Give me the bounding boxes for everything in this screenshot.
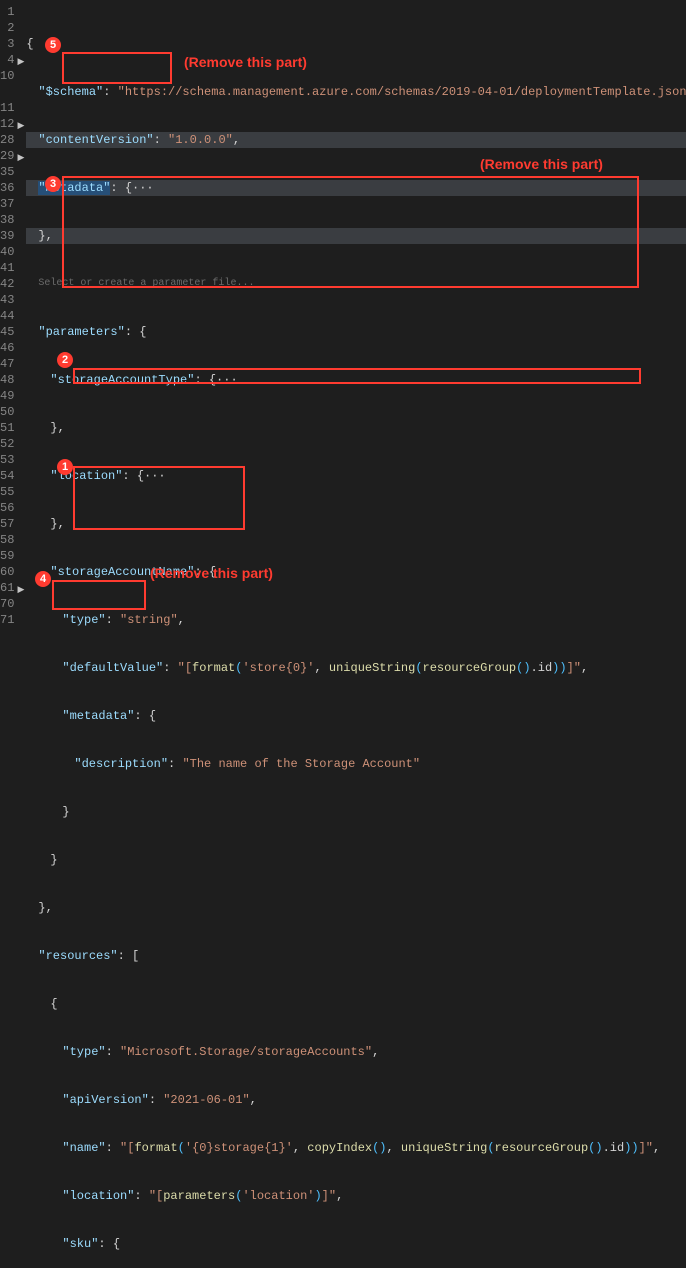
line-number: 1 [0,4,14,20]
code-line[interactable]: "storageAccountName": { [26,564,686,580]
line-number: 44 [0,308,14,324]
code-line[interactable]: "sku": { [26,1236,686,1252]
code-line[interactable]: "location": {··· [26,468,686,484]
code-line[interactable]: } [26,804,686,820]
line-number: 2 [0,20,14,36]
code-line[interactable]: }, [26,228,686,244]
code-line[interactable]: "contentVersion": "1.0.0.0", [26,132,686,148]
line-number: 55 [0,484,14,500]
fold-chevron-icon[interactable]: ▶ [17,150,24,166]
code-line[interactable]: "metadata": {··· [26,180,686,196]
line-number: 48 [0,372,14,388]
line-number: 58 [0,532,14,548]
line-number: 36 [0,180,14,196]
line-number: 28 [0,132,14,148]
line-number: 43 [0,292,14,308]
line-number [0,84,14,100]
line-number: 56 [0,500,14,516]
fold-chevron-icon[interactable]: ▶ [17,118,24,134]
code-editor[interactable]: 1 2 3 4▶ 10 11 12▶ 28 29▶ 35 36 37 38 39… [0,0,686,634]
code-area[interactable]: { "$schema": "https://schema.management.… [26,0,686,634]
line-number: 3 [0,36,14,52]
line-number: 38 [0,212,14,228]
code-line[interactable]: "type": "Microsoft.Storage/storageAccoun… [26,1044,686,1060]
line-number: 11 [0,100,14,116]
fold-chevron-icon[interactable]: ▶ [17,54,24,70]
line-number: 35 [0,164,14,180]
code-line[interactable]: "description": "The name of the Storage … [26,756,686,772]
line-number: 42 [0,276,14,292]
code-line[interactable]: "$schema": "https://schema.management.az… [26,84,686,100]
line-number: 4▶ [0,52,14,68]
line-number: 12▶ [0,116,14,132]
code-line[interactable]: }, [26,900,686,916]
line-number: 52 [0,436,14,452]
line-number: 46 [0,340,14,356]
fold-chevron-icon[interactable]: ▶ [17,582,24,598]
line-number: 49 [0,388,14,404]
code-line[interactable]: "metadata": { [26,708,686,724]
line-number: 54 [0,468,14,484]
param-file-hint[interactable]: Select or create a parameter file... [26,276,686,292]
code-line[interactable]: { [26,36,686,52]
line-number: 60 [0,564,14,580]
line-number: 53 [0,452,14,468]
code-line[interactable]: { [26,996,686,1012]
code-line[interactable]: "resources": [ [26,948,686,964]
line-number: 50 [0,404,14,420]
code-line[interactable]: "storageAccountType": {··· [26,372,686,388]
line-number: 51 [0,420,14,436]
line-number: 45 [0,324,14,340]
line-number-gutter: 1 2 3 4▶ 10 11 12▶ 28 29▶ 35 36 37 38 39… [0,0,26,634]
line-number: 71 [0,612,14,628]
code-line[interactable]: "name": "[format('{0}storage{1}', copyIn… [26,1140,686,1156]
line-number: 57 [0,516,14,532]
code-line[interactable]: }, [26,420,686,436]
line-number: 41 [0,260,14,276]
line-number: 70 [0,596,14,612]
code-line[interactable]: "location": "[parameters('location')]", [26,1188,686,1204]
line-number: 10 [0,68,14,84]
line-number: 61▶ [0,580,14,596]
line-number: 59 [0,548,14,564]
line-number: 40 [0,244,14,260]
line-number: 47 [0,356,14,372]
line-number: 39 [0,228,14,244]
code-line[interactable]: "apiVersion": "2021-06-01", [26,1092,686,1108]
line-number: 29▶ [0,148,14,164]
code-line[interactable]: "defaultValue": "[format('store{0}', uni… [26,660,686,676]
line-number: 37 [0,196,14,212]
code-line[interactable]: "parameters": { [26,324,686,340]
code-line[interactable]: } [26,852,686,868]
code-line[interactable]: }, [26,516,686,532]
code-line[interactable]: "type": "string", [26,612,686,628]
